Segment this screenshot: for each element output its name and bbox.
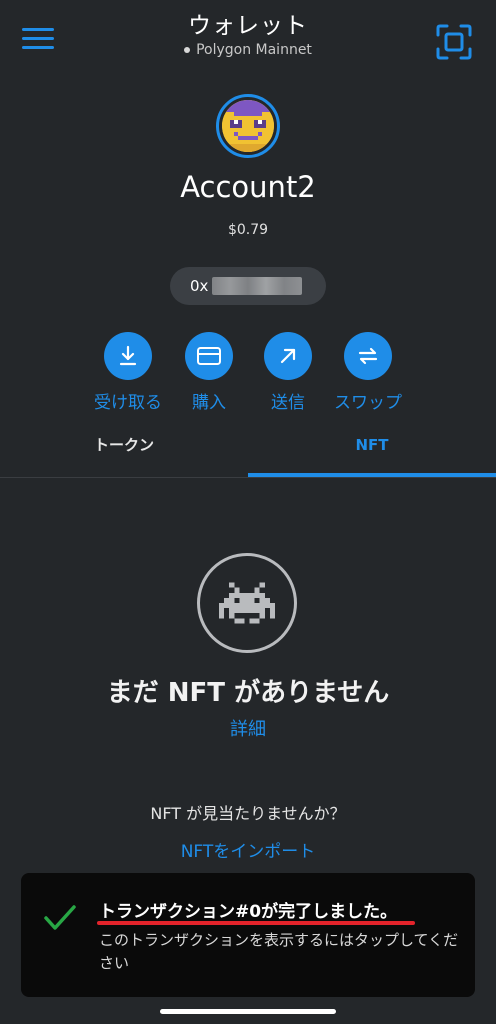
- checkmark-icon: [43, 903, 77, 933]
- swap-label: スワップ: [334, 393, 402, 413]
- qr-scan-icon[interactable]: [436, 24, 472, 60]
- receive-label: 受け取る: [94, 393, 162, 413]
- active-tab-indicator: [248, 473, 496, 477]
- buy-card-icon: [185, 332, 233, 380]
- account-balance: $0.79: [227, 222, 269, 238]
- buy-button[interactable]: 購入: [164, 332, 254, 413]
- account-avatar[interactable]: [216, 94, 280, 158]
- highlight-underline: [97, 921, 415, 925]
- send-label: 送信: [271, 393, 305, 413]
- import-nft-link[interactable]: NFTをインポート: [0, 837, 496, 862]
- address-redacted: [212, 277, 303, 295]
- send-arrow-icon: [264, 332, 312, 380]
- network-selector[interactable]: Polygon Mainnet: [0, 42, 496, 58]
- home-indicator[interactable]: [160, 1009, 336, 1014]
- toast-body: このトランザクションを表示するにはタップしてください: [99, 931, 459, 972]
- asset-tabs: トークン NFT: [0, 428, 496, 478]
- nft-not-found-text: NFT が見当たりませんか？: [150, 804, 346, 823]
- send-button[interactable]: 送信: [243, 332, 333, 413]
- address-copy-button[interactable]: 0x: [170, 267, 326, 305]
- receive-button[interactable]: 受け取る: [83, 332, 173, 413]
- toast-title: トランザクション#0が完了しました。: [99, 902, 398, 922]
- swap-button[interactable]: スワップ: [323, 332, 413, 413]
- buy-label: 購入: [192, 393, 226, 413]
- swap-icon: [344, 332, 392, 380]
- transaction-toast[interactable]: トランザクション#0が完了しました。 このトランザクションを表示するにはタップし…: [21, 873, 475, 997]
- address-prefix: 0x: [190, 277, 209, 295]
- network-name: Polygon Mainnet: [196, 42, 312, 58]
- network-dot-icon: [184, 47, 191, 53]
- title-block: ウォレット Polygon Mainnet: [0, 6, 496, 58]
- avatar-icon: [222, 100, 274, 152]
- space-invader-icon: [197, 553, 297, 653]
- page-title: ウォレット: [188, 13, 308, 39]
- receive-icon: [104, 332, 152, 380]
- header: ウォレット Polygon Mainnet: [0, 0, 496, 70]
- tab-tokens[interactable]: トークン: [0, 428, 248, 478]
- tab-nft[interactable]: NFT: [248, 428, 496, 478]
- learn-more-link[interactable]: 詳細: [0, 715, 496, 741]
- empty-state-title: まだ NFT がありません: [106, 678, 390, 708]
- account-name[interactable]: Account2: [0, 170, 496, 204]
